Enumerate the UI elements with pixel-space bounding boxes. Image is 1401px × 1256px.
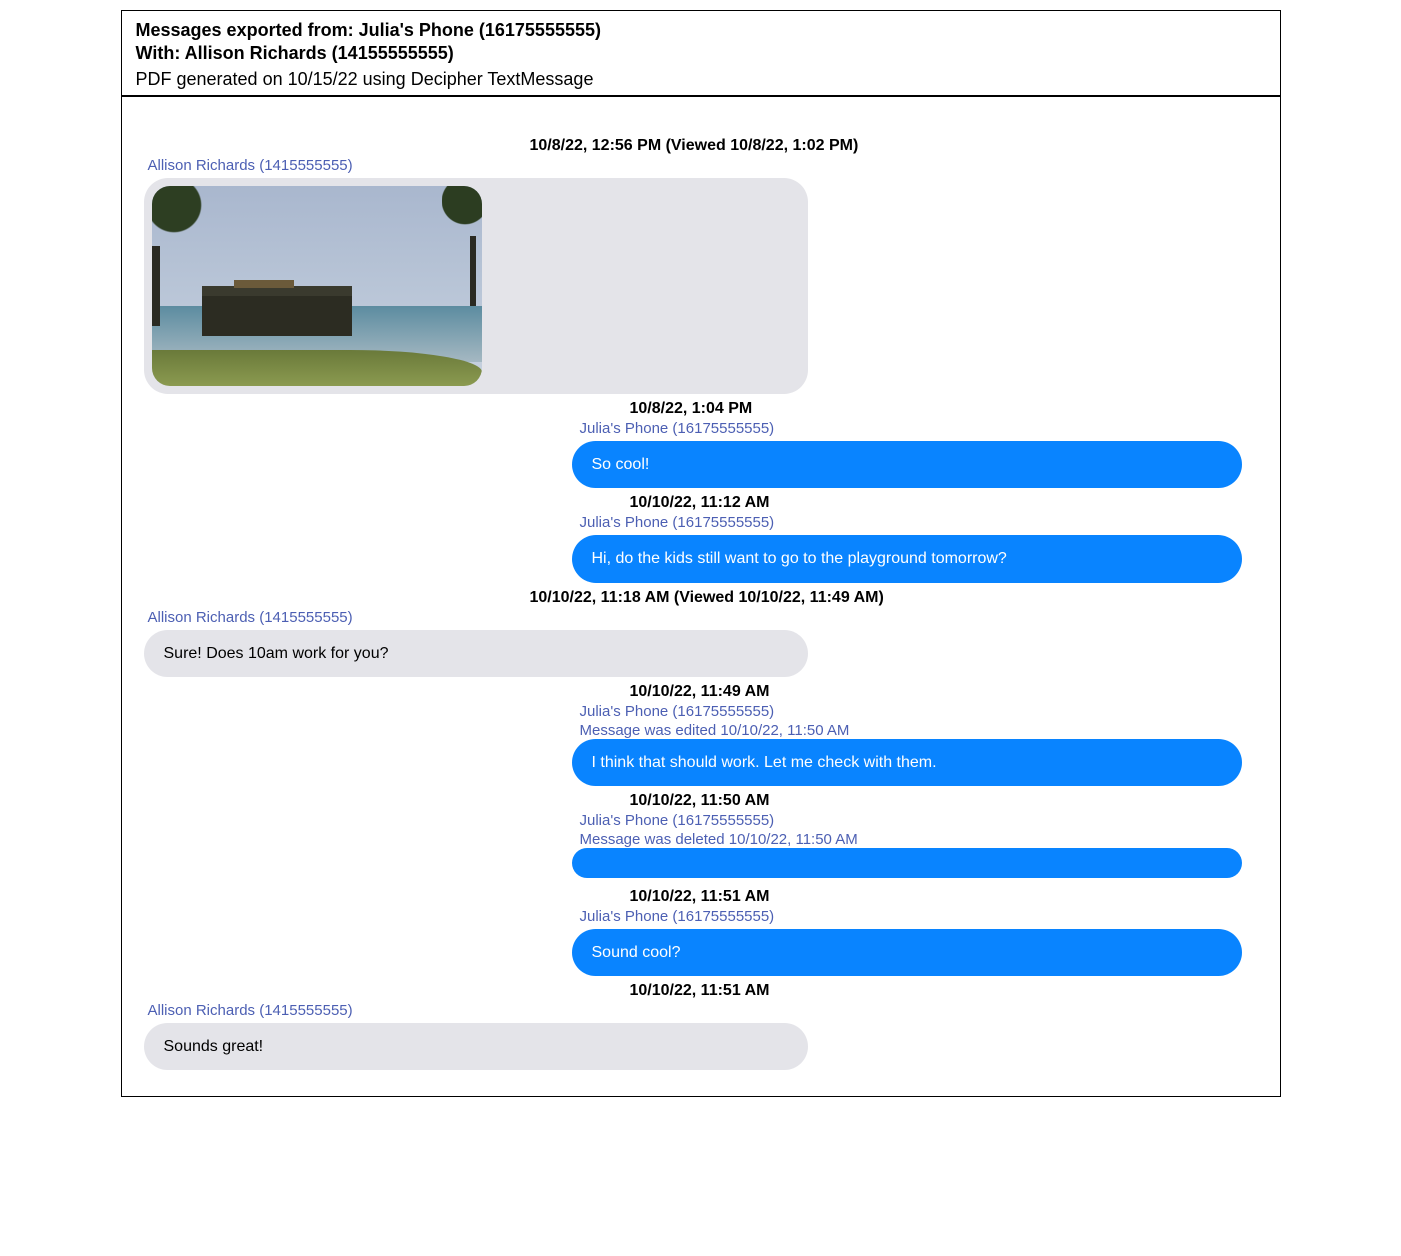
- chat-transcript: 10/8/22, 12:56 PM (Viewed 10/8/22, 1:02 …: [122, 97, 1280, 1096]
- message-sender: Julia's Phone (16175555555): [580, 812, 1262, 829]
- message-bubble-received: Sure! Does 10am work for you?: [144, 630, 808, 677]
- message-bubble-sent: Sound cool?: [572, 929, 1242, 976]
- message-sender: Allison Richards (1415555555): [148, 609, 1262, 626]
- message-timestamp: 10/8/22, 12:56 PM (Viewed 10/8/22, 1:02 …: [530, 137, 1262, 155]
- message-bubble-image: [144, 178, 808, 394]
- attached-photo: [152, 186, 482, 386]
- message-timestamp: 10/8/22, 1:04 PM: [630, 400, 1262, 418]
- message-timestamp: 10/10/22, 11:18 AM (Viewed 10/10/22, 11:…: [530, 589, 1262, 607]
- message-edit-meta: Message was edited 10/10/22, 11:50 AM: [580, 722, 1262, 739]
- message-sender: Julia's Phone (16175555555): [580, 420, 1262, 437]
- message-bubble-sent: I think that should work. Let me check w…: [572, 739, 1242, 786]
- message-timestamp: 10/10/22, 11:49 AM: [630, 683, 1262, 701]
- generated-line: PDF generated on 10/15/22 using Decipher…: [136, 68, 1266, 91]
- message-bubble-sent-deleted: [572, 848, 1242, 878]
- exported-from-line: Messages exported from: Julia's Phone (1…: [136, 19, 1266, 42]
- message-deleted-meta: Message was deleted 10/10/22, 11:50 AM: [580, 831, 1262, 848]
- message-bubble-sent: So cool!: [572, 441, 1242, 488]
- message-sender: Allison Richards (1415555555): [148, 1002, 1262, 1019]
- export-page: Messages exported from: Julia's Phone (1…: [121, 10, 1281, 1097]
- document-header: Messages exported from: Julia's Phone (1…: [122, 11, 1280, 97]
- message-sender: Julia's Phone (16175555555): [580, 514, 1262, 531]
- message-timestamp: 10/10/22, 11:50 AM: [630, 792, 1262, 810]
- with-line: With: Allison Richards (14155555555): [136, 42, 1266, 65]
- message-timestamp: 10/10/22, 11:12 AM: [630, 494, 1262, 512]
- message-sender: Julia's Phone (16175555555): [580, 908, 1262, 925]
- message-bubble-sent: Hi, do the kids still want to go to the …: [572, 535, 1242, 582]
- message-bubble-received: Sounds great!: [144, 1023, 808, 1070]
- message-sender: Julia's Phone (16175555555): [580, 703, 1262, 720]
- message-timestamp: 10/10/22, 11:51 AM: [630, 982, 1262, 1000]
- message-timestamp: 10/10/22, 11:51 AM: [630, 888, 1262, 906]
- message-sender: Allison Richards (1415555555): [148, 157, 1262, 174]
